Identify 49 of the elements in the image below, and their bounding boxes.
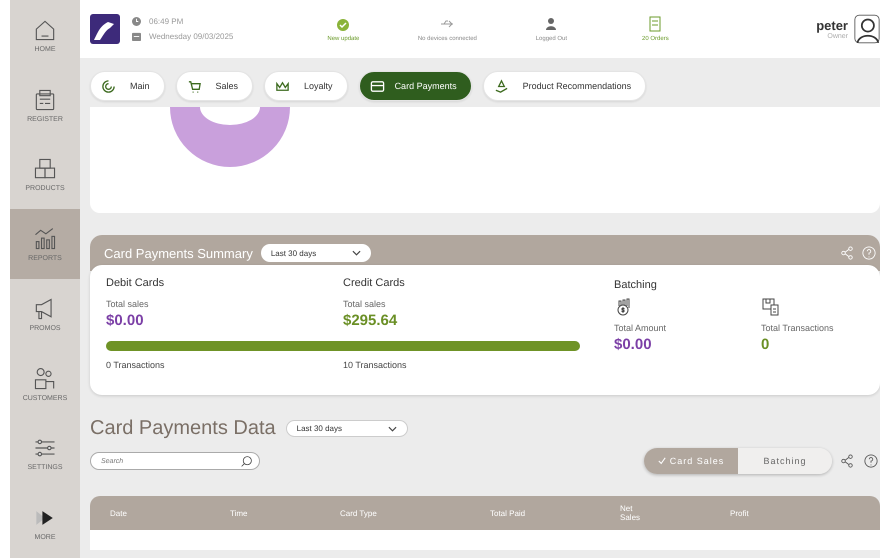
box-receipt-icon (761, 297, 781, 317)
total-sales-label: Total sales (343, 299, 387, 309)
column-header: Time (230, 508, 248, 518)
column-header: Net Sales (620, 504, 642, 522)
tab[interactable]: Product Recommendations (482, 71, 646, 101)
data-title: Card Payments Data (90, 417, 276, 440)
batch-amount: $0.00 (614, 336, 653, 353)
toggle-option[interactable]: Batching (738, 448, 832, 474)
column-header: Date (110, 508, 128, 518)
column-header: Card Type (340, 508, 378, 518)
summary-title: Card Payments Summary (104, 246, 253, 260)
logo-icon (90, 14, 120, 44)
card-type-title: Debit Cards (106, 277, 166, 289)
column-header: Profit (730, 508, 750, 518)
sales-amount: $295.64 (343, 312, 398, 329)
toggle-option[interactable]: Card Sales (644, 448, 738, 474)
column-header: Total Paid (490, 508, 526, 518)
period-dropdown[interactable]: Last 30 days (260, 244, 372, 262)
clock-icon (132, 17, 141, 26)
time-text: 06:49 PM (149, 17, 184, 26)
receipt-icon (647, 16, 664, 32)
batch-count: 0 (761, 336, 770, 353)
tab[interactable]: Card Payments (358, 71, 472, 101)
card-type-title: Credit Cards (343, 277, 406, 289)
cart-icon (186, 78, 202, 94)
tab[interactable]: Main (90, 71, 165, 101)
calendar-icon (132, 32, 141, 41)
check-icon (658, 457, 666, 465)
sales-amount: $0.00 (106, 312, 145, 329)
card-icon (370, 78, 385, 94)
avatar-icon[interactable] (854, 14, 880, 44)
user-name: peter (816, 18, 848, 33)
total-amount-label: Total Amount (614, 323, 668, 333)
chevron-down-icon (352, 250, 362, 256)
total-sales-label: Total sales (106, 299, 150, 309)
tab[interactable]: Sales (176, 71, 254, 101)
transactions-count: 0 Transactions (106, 360, 166, 370)
transactions-count: 10 Transactions (343, 360, 408, 370)
batching-title: Batching (614, 279, 658, 291)
total-transactions-label: Total Transactions (761, 323, 835, 333)
period-dropdown[interactable]: Last 30 days (286, 420, 408, 437)
help-icon[interactable] (864, 454, 878, 468)
chevron-down-icon (388, 426, 398, 432)
spiral-icon (101, 78, 116, 94)
update-check-icon (335, 16, 352, 32)
tab[interactable]: Loyalty (264, 71, 348, 101)
date-text: Wednesday 09/03/2025 (149, 32, 234, 41)
search-icon (240, 455, 253, 468)
share-icon[interactable] (840, 454, 854, 468)
